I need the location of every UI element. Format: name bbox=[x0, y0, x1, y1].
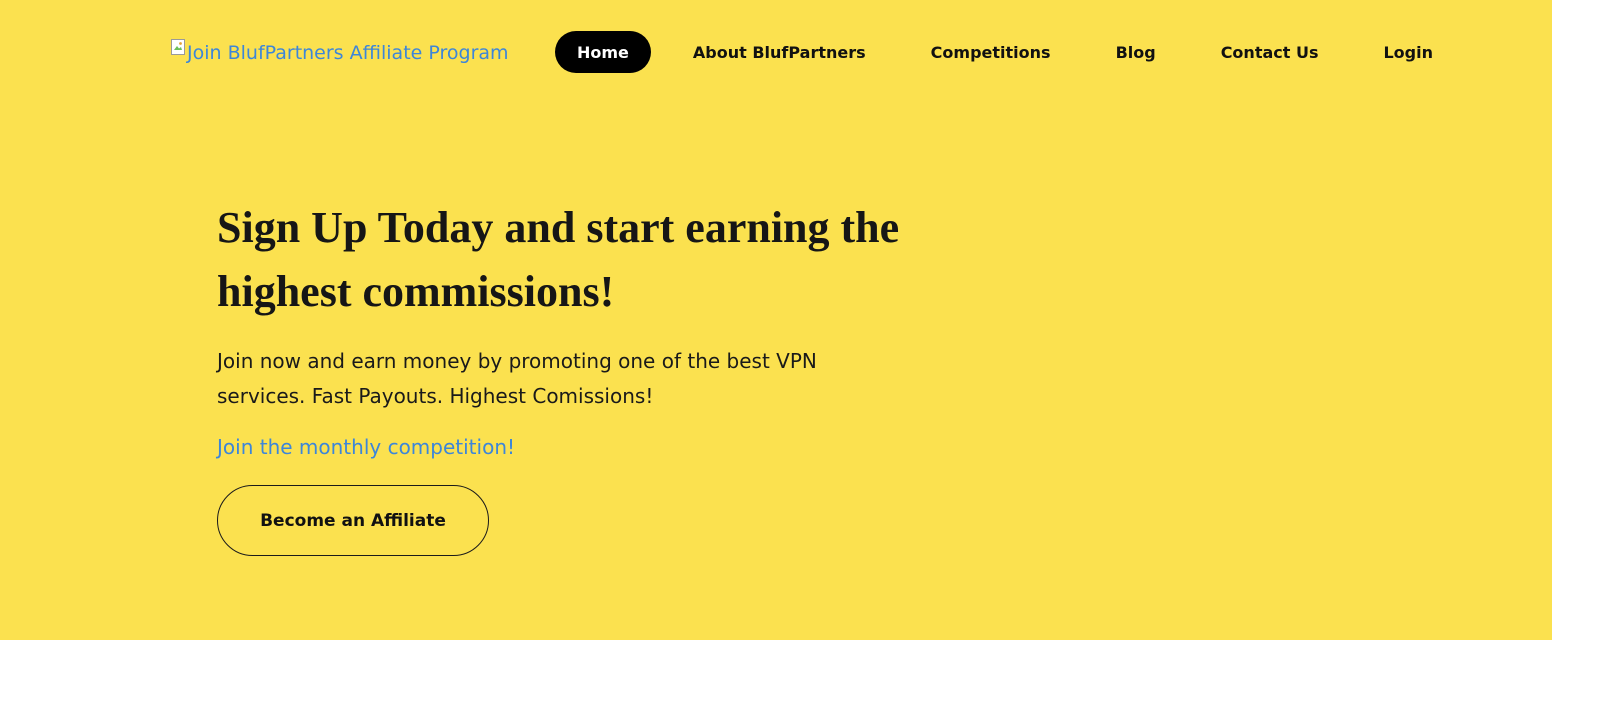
hero-section: Join BlufPartners Affiliate Program Home… bbox=[0, 0, 1552, 640]
hero-headline: Sign Up Today and start earning the high… bbox=[217, 203, 900, 316]
logo-alt-text: Join BlufPartners Affiliate Program bbox=[187, 42, 509, 64]
hero-subtext: Join now and earn money by promoting one… bbox=[217, 349, 817, 408]
nav-item-about[interactable]: About BlufPartners bbox=[693, 31, 866, 73]
broken-image-icon bbox=[171, 39, 185, 55]
become-affiliate-button[interactable]: Become an Affiliate bbox=[217, 485, 489, 556]
main-nav: Home About BlufPartners Competitions Blo… bbox=[555, 31, 1433, 73]
nav-item-blog[interactable]: Blog bbox=[1116, 31, 1156, 73]
page-right-gutter bbox=[1552, 0, 1600, 724]
logo-link[interactable]: Join BlufPartners Affiliate Program bbox=[171, 38, 509, 68]
nav-item-home[interactable]: Home bbox=[555, 31, 651, 73]
nav-item-login[interactable]: Login bbox=[1383, 31, 1433, 73]
nav-item-competitions[interactable]: Competitions bbox=[931, 31, 1051, 73]
nav-item-contact[interactable]: Contact Us bbox=[1221, 31, 1319, 73]
competition-link[interactable]: Join the monthly competition! bbox=[217, 432, 515, 462]
